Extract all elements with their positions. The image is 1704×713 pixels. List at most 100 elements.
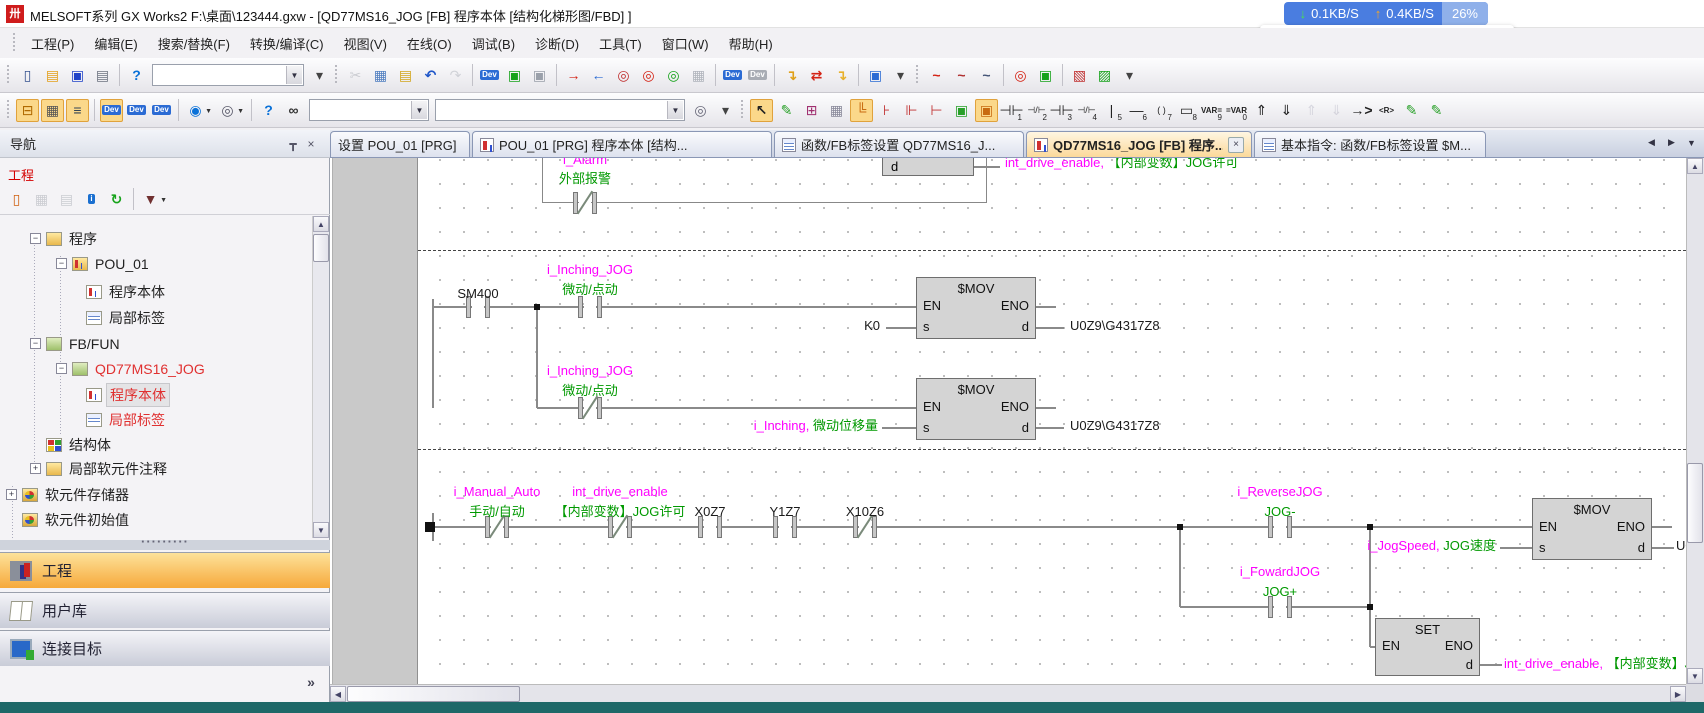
nc-contact[interactable]: [592, 192, 597, 214]
tree-item-FB/FUN[interactable]: FB/FUN: [66, 333, 123, 355]
tree-item-程序[interactable]: 程序: [66, 228, 100, 250]
coil-button[interactable]: ( )7: [1150, 99, 1173, 122]
device-display-off-button[interactable]: Dev: [746, 64, 769, 87]
scroll-down-icon[interactable]: ▼: [313, 522, 329, 538]
collapse-icon[interactable]: −: [30, 338, 41, 349]
nav-button-工程[interactable]: 工程: [0, 552, 330, 588]
device-write-button[interactable]: Dev: [478, 64, 501, 87]
pin-icon[interactable]: ┳: [284, 135, 302, 153]
menu-调试B[interactable]: 调试(B): [462, 30, 525, 57]
ladder-label[interactable]: 手动/自动: [469, 504, 525, 520]
menu-编辑E[interactable]: 编辑(E): [84, 30, 147, 57]
panel-splitter[interactable]: [0, 540, 330, 550]
plc-verify-button[interactable]: ◎: [612, 64, 635, 87]
return-button[interactable]: <R>: [1375, 99, 1398, 122]
save-project-button[interactable]: ▣: [66, 64, 89, 87]
select-mode-button[interactable]: ↖: [750, 99, 773, 122]
tree-item-QD77MS16_JOG[interactable]: QD77MS16_JOG: [92, 358, 208, 380]
function-block-MOV[interactable]: $MOVENENOsd: [1532, 498, 1652, 560]
remote-operation-button[interactable]: ▣: [864, 64, 887, 87]
scrollbar-thumb[interactable]: [347, 686, 520, 702]
ladder-label[interactable]: 微动/点动: [562, 383, 618, 399]
paste-item-button[interactable]: ▤: [55, 188, 78, 211]
ladder-label[interactable]: i_Manual_Auto: [454, 484, 541, 500]
refresh-button[interactable]: ↻: [105, 188, 128, 211]
device-search-menu-button[interactable]: ◎▼: [216, 99, 239, 122]
network-speed-widget[interactable]: ↓0.1KB/S ↑0.4KB/S 26%: [1284, 2, 1488, 25]
fb-port-box[interactable]: d: [882, 158, 974, 176]
rising-pulse2-button[interactable]: ⇑: [1300, 99, 1323, 122]
help2-button[interactable]: ?: [257, 99, 280, 122]
plc-write-button[interactable]: →: [562, 64, 585, 87]
vertical-scrollbar[interactable]: ▲ ▼: [1686, 158, 1704, 684]
sort-filter-button[interactable]: ▼▼: [139, 188, 162, 211]
tab-3[interactable]: 函数/FB标签设置 QD77MS16_J...: [774, 131, 1024, 157]
tab-5[interactable]: 基本指令: 函数/FB标签设置 $M...: [1254, 131, 1486, 157]
collapse-icon[interactable]: −: [56, 363, 67, 374]
template-button[interactable]: ▦: [825, 99, 848, 122]
tree-item-结构体[interactable]: 结构体: [66, 434, 114, 456]
toolbar-overflow-button[interactable]: ▾: [889, 64, 912, 87]
tree-item-POU_01[interactable]: POU_01: [92, 253, 152, 275]
module-configuration-button[interactable]: ▦: [41, 99, 64, 122]
trace-start-button[interactable]: ~: [950, 64, 973, 87]
ladder-label[interactable]: JOG+: [1263, 584, 1297, 600]
scroll-right-icon[interactable]: ▶: [1670, 686, 1686, 702]
block-align-button[interactable]: ⊢: [925, 99, 948, 122]
no-contact[interactable]: [597, 296, 602, 318]
menu-帮助H[interactable]: 帮助(H): [719, 30, 783, 57]
function-block-MOV[interactable]: $MOVENENOsd: [916, 277, 1036, 339]
combo-dropdown-icon[interactable]: ▼: [411, 101, 427, 119]
scrollbar-thumb[interactable]: [1687, 463, 1703, 543]
ladder-canvas[interactable]: d$MOVENENOsd$MOVENENOsd$MOVENENOsdSETENE…: [330, 158, 1686, 684]
ladder-label[interactable]: 外部报警: [559, 171, 611, 187]
info-button[interactable]: i: [80, 188, 103, 211]
tree-item-局部标签[interactable]: 局部标签: [106, 307, 168, 329]
column-insert-button[interactable]: ⊩: [900, 99, 923, 122]
work-window-button[interactable]: ≡: [66, 99, 89, 122]
trace-stop-button[interactable]: ~: [975, 64, 998, 87]
expander-chevron[interactable]: »: [300, 674, 322, 694]
parallel-close-contact-button[interactable]: ⊣/⊢4: [1075, 99, 1098, 122]
output-variable-button[interactable]: =VAR0: [1225, 99, 1248, 122]
auto-connect-button[interactable]: ⊞: [800, 99, 823, 122]
ladder-label[interactable]: 【内部变数】JOG许可: [555, 504, 686, 520]
interconnect-mode-button[interactable]: ✎: [775, 99, 798, 122]
function-block-button[interactable]: ▭8: [1175, 99, 1198, 122]
ladder-label[interactable]: i_Alarm: [563, 158, 607, 168]
undo-button[interactable]: ↶: [419, 64, 442, 87]
jump-button[interactable]: →>: [1350, 99, 1373, 122]
open-project-button[interactable]: ▤: [41, 64, 64, 87]
no-contact[interactable]: [578, 296, 583, 318]
new-item-button[interactable]: ▯: [5, 188, 28, 211]
close-contact-button[interactable]: ⊣/⊢2: [1025, 99, 1048, 122]
menu-视图V[interactable]: 视图(V): [334, 30, 397, 57]
device-display-button[interactable]: Dev: [721, 64, 744, 87]
find-button[interactable]: ∞: [282, 99, 305, 122]
tab-4[interactable]: QD77MS16_JOG [FB] 程序...×: [1026, 131, 1252, 157]
ladder-label[interactable]: X0Z7: [694, 504, 725, 520]
find-in-document-button[interactable]: ◎: [689, 99, 712, 122]
tree-item-软元件存储器[interactable]: 软元件存储器: [42, 484, 132, 506]
expand-icon[interactable]: +: [6, 489, 17, 500]
ladder-label[interactable]: i_Inching, 微动位移量: [754, 418, 878, 434]
print-button[interactable]: ▤: [91, 64, 114, 87]
filter-combo-1[interactable]: ▼: [309, 99, 429, 121]
tree-item-局部标签[interactable]: 局部标签: [106, 409, 168, 431]
combo-dropdown-icon[interactable]: ▼: [667, 101, 683, 119]
collapse-icon[interactable]: −: [56, 258, 67, 269]
tab-1[interactable]: 设置 POU_01 [PRG]: [330, 131, 470, 157]
copy-item-button[interactable]: ▦: [30, 188, 53, 211]
ladder-label[interactable]: K0: [864, 318, 880, 334]
guided-mode-button[interactable]: ╚: [850, 99, 873, 122]
paste-button[interactable]: ▤: [394, 64, 417, 87]
graph-red-button[interactable]: ▧: [1068, 64, 1091, 87]
horizontal-line-button[interactable]: —6: [1125, 99, 1148, 122]
tab-prev-button[interactable]: ◀: [1643, 133, 1660, 152]
tab-2[interactable]: POU_01 [PRG] 程序本体 [结构...: [472, 131, 772, 157]
tab-next-button[interactable]: ▶: [1663, 133, 1680, 152]
ladder-label[interactable]: int_drive_enable: [572, 484, 667, 500]
open-contact-button[interactable]: ⊣⊢1: [1000, 99, 1023, 122]
ladder-label[interactable]: i_Inching_JOG: [547, 363, 633, 379]
parameter-transfer-button[interactable]: ⇄: [805, 64, 828, 87]
